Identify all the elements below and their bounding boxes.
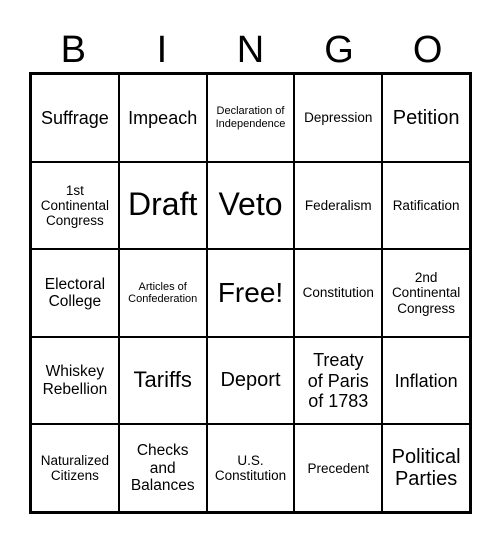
cell-text-line: Petition xyxy=(392,106,460,129)
cell-text-line: Precedent xyxy=(307,460,370,476)
header-letter-o: O xyxy=(412,29,443,71)
bingo-cell[interactable]: U.S. Constitution xyxy=(206,424,295,512)
cell-text-line: Continental xyxy=(40,197,110,213)
cell-text-line: Congress xyxy=(46,212,104,228)
cell-text-line: Electoral xyxy=(44,275,106,293)
cell-text: Depression xyxy=(304,110,372,125)
cell-text-line: Naturalized xyxy=(40,453,110,469)
bingo-cell[interactable]: Checks and Balances xyxy=(118,424,207,512)
cell-text-line: 2nd xyxy=(414,270,438,286)
bingo-cell[interactable]: Electoral College xyxy=(31,249,119,337)
bingo-cell[interactable]: Deport xyxy=(206,336,295,425)
cell-text-line: of Paris xyxy=(307,370,369,391)
cell-text-line: Articles of xyxy=(138,280,187,293)
cell-text-line: Congress xyxy=(397,300,455,316)
cell-text-line: Treaty xyxy=(313,350,364,371)
cell-text: Impeach xyxy=(128,108,197,128)
cell-text-line: Constitution xyxy=(302,285,374,301)
cell-text: Petition xyxy=(393,107,460,129)
cell-text-line: Rebellion xyxy=(42,380,108,398)
cell-text: Treaty of Paris of 1783 xyxy=(308,350,369,410)
cell-text-line: Constitution xyxy=(214,468,287,484)
header-letter-i: I xyxy=(156,29,168,71)
bingo-header: B I N G O xyxy=(29,28,472,72)
cell-text-line: Veto xyxy=(218,186,283,223)
cell-text-line: Inflation xyxy=(394,370,458,391)
bingo-cell[interactable]: Precedent xyxy=(294,424,383,512)
header-letter-b: B xyxy=(60,29,86,71)
cell-text-line: of 1783 xyxy=(308,390,369,411)
bingo-cell[interactable]: Inflation xyxy=(382,336,470,425)
cell-text: Deport xyxy=(220,369,280,391)
cell-text: U.S. Constitution xyxy=(215,453,286,483)
bingo-cell[interactable]: Political Parties xyxy=(382,424,470,512)
cell-text: 1st Continental Congress xyxy=(41,183,109,228)
cell-text: Articles of Confederation xyxy=(128,281,197,306)
bingo-cell[interactable]: Petition xyxy=(382,74,470,162)
cell-text: Precedent xyxy=(308,461,370,476)
cell-text: Ratification xyxy=(393,198,460,213)
cell-text: Whiskey Rebellion xyxy=(43,363,108,398)
cell-text: Checks and Balances xyxy=(131,442,195,494)
cell-text-line: Citizens xyxy=(50,468,99,484)
cell-text-line: Political xyxy=(391,445,461,468)
bingo-cell[interactable]: Depression xyxy=(294,74,383,162)
cell-text-line: and xyxy=(149,459,176,477)
cell-text: Electoral College xyxy=(45,276,105,311)
bingo-cell[interactable]: 1st Continental Congress xyxy=(31,161,119,250)
bingo-cell[interactable]: Declaration of Independence xyxy=(206,74,295,162)
cell-text-line: Declaration of xyxy=(216,105,285,118)
cell-text: Free! xyxy=(218,277,283,308)
cell-text-line: Free! xyxy=(217,277,284,309)
cell-text: Declaration of Independence xyxy=(216,105,286,130)
cell-text-line: 1st xyxy=(65,182,84,198)
free-space-cell[interactable]: Free! xyxy=(206,249,295,337)
header-letter-n: N xyxy=(236,29,265,71)
cell-text: Political Parties xyxy=(392,446,461,491)
cell-text: 2nd Continental Congress xyxy=(392,270,460,315)
cell-text: Draft xyxy=(128,187,197,223)
cell-text-line: Confederation xyxy=(128,292,198,305)
cell-text: Suffrage xyxy=(41,108,109,128)
cell-text-line: College xyxy=(48,292,102,310)
cell-text-line: Parties xyxy=(394,468,458,491)
bingo-cell[interactable]: Veto xyxy=(206,161,295,250)
header-letter-g: G xyxy=(324,29,354,71)
bingo-cell[interactable]: Draft xyxy=(118,161,207,250)
cell-text-line: U.S. xyxy=(237,453,264,469)
cell-text-line: Impeach xyxy=(128,107,198,128)
cell-text-line: Suffrage xyxy=(41,107,109,128)
bingo-cell[interactable]: Naturalized Citizens xyxy=(31,424,119,512)
bingo-cell[interactable]: Federalism xyxy=(294,161,383,250)
bingo-cell[interactable]: Articles of Confederation xyxy=(118,249,207,337)
cell-text: Tariffs xyxy=(133,367,192,393)
bingo-cell[interactable]: Ratification xyxy=(382,161,470,250)
cell-text-line: Draft xyxy=(128,186,198,223)
cell-text-line: Whiskey xyxy=(45,363,105,381)
cell-text-line: Checks xyxy=(136,442,189,460)
cell-text-line: Balances xyxy=(130,476,195,494)
cell-text: Federalism xyxy=(305,198,372,213)
bingo-cell[interactable]: Tariffs xyxy=(118,336,207,425)
bingo-grid: Suffrage Impeach Declaration of Independenc… xyxy=(29,72,472,514)
bingo-cell[interactable]: Suffrage xyxy=(31,74,119,162)
cell-text-line: Independence xyxy=(215,117,286,130)
cell-text-line: Continental xyxy=(391,285,461,301)
cell-text-line: Depression xyxy=(304,110,373,126)
cell-text: Constitution xyxy=(303,285,374,300)
cell-text: Naturalized Citizens xyxy=(41,453,109,483)
cell-text-line: Tariffs xyxy=(133,367,192,393)
bingo-cell[interactable]: Constitution xyxy=(294,249,383,337)
cell-text-line: Federalism xyxy=(304,197,372,213)
cell-text-line: Deport xyxy=(220,369,281,392)
cell-text: Inflation xyxy=(395,371,458,391)
cell-text-line: Ratification xyxy=(392,197,460,213)
bingo-cell[interactable]: Whiskey Rebellion xyxy=(31,336,119,425)
bingo-cell[interactable]: Treaty of Paris of 1783 xyxy=(294,336,383,425)
cell-text: Veto xyxy=(218,187,282,223)
bingo-cell[interactable]: Impeach xyxy=(118,74,207,162)
bingo-cell[interactable]: 2nd Continental Congress xyxy=(382,249,470,337)
